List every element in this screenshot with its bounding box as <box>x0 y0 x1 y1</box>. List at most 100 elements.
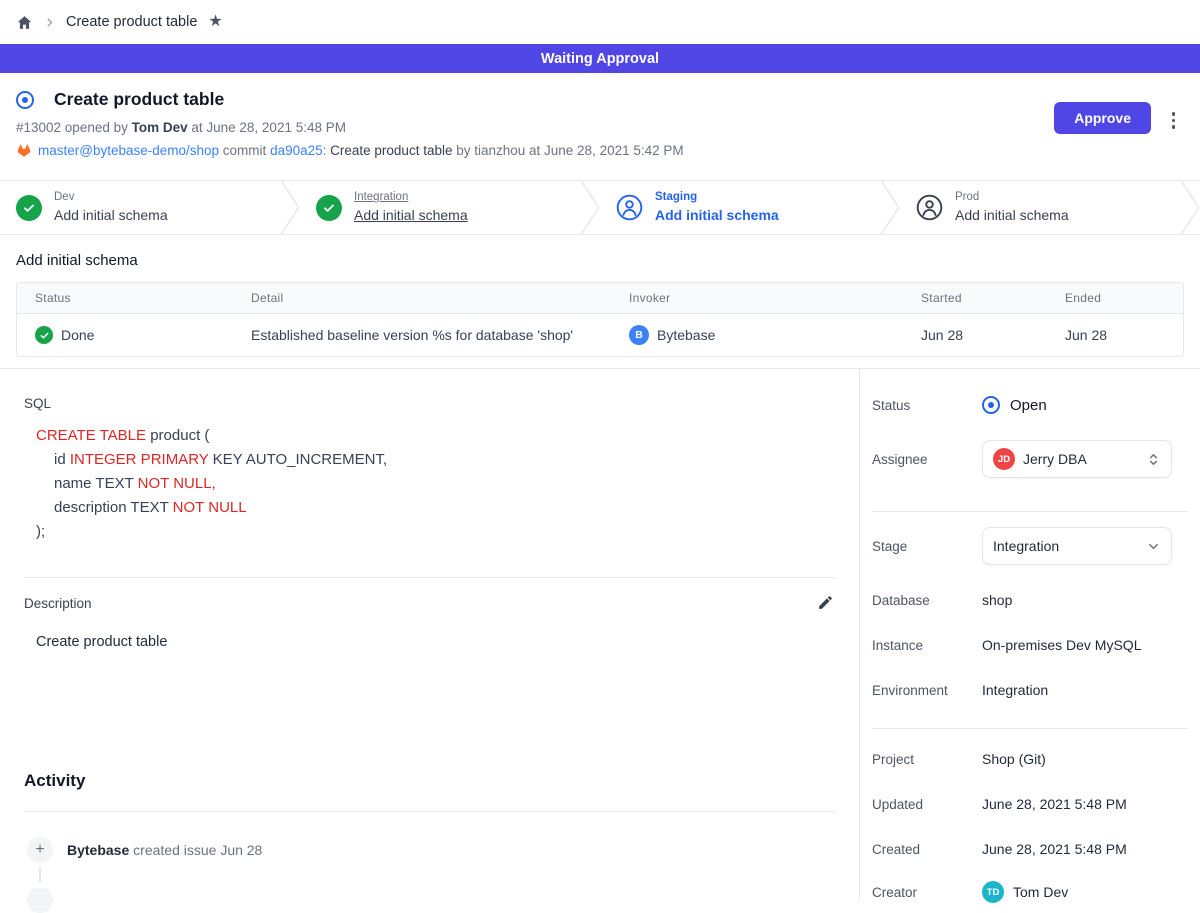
check-circle-icon <box>16 195 42 221</box>
stage-separator <box>1180 181 1200 234</box>
commit-message: Create product table <box>330 143 452 158</box>
assignee-select[interactable]: JD Jerry DBA <box>982 440 1172 478</box>
stage-prod[interactable]: ProdAdd initial schema <box>900 181 1180 234</box>
divider <box>24 577 835 578</box>
activity-actor: Bytebase <box>67 842 129 858</box>
commit-text: master@bytebase-demo/shop commit da90a25… <box>38 143 684 158</box>
stage-env-label: Prod <box>955 190 1069 206</box>
sql-text: id <box>54 451 70 468</box>
issue-meta-prefix: #13002 opened by <box>16 120 132 135</box>
issue-header: Create product table #13002 opened by To… <box>0 73 1200 180</box>
table-header-row: Status Detail Invoker Started Ended <box>17 283 1183 314</box>
stage-dev[interactable]: DevAdd initial schema <box>0 181 280 234</box>
project-value: Shop (Git) <box>982 751 1046 767</box>
stage-integration[interactable]: IntegrationAdd initial schema <box>300 181 580 234</box>
task-status: Done <box>61 327 94 343</box>
commit-line: master@bytebase-demo/shop commit da90a25… <box>16 143 1200 158</box>
stage-task-label: Add initial schema <box>655 206 779 225</box>
sql-text: product ( <box>146 427 209 444</box>
stage-separator <box>280 181 300 234</box>
activity-action: created issue Jun 28 <box>129 842 262 858</box>
chevron-right-icon <box>44 17 55 28</box>
task-section: Add initial schema Status Detail Invoker… <box>0 235 1200 368</box>
stage-env-label: Staging <box>655 190 779 206</box>
selector-updown-icon <box>1146 452 1161 467</box>
check-circle-icon <box>316 195 342 221</box>
created-label: Created <box>872 842 982 857</box>
sql-text: description TEXT <box>54 499 173 516</box>
activity-title: Activity <box>24 771 835 791</box>
sql-line: ); <box>36 520 835 544</box>
instance-value: On-premises Dev MySQL <box>982 637 1141 653</box>
stage-pipeline: DevAdd initial schema IntegrationAdd ini… <box>0 180 1200 235</box>
database-value: shop <box>982 592 1012 608</box>
sql-text: name TEXT <box>54 475 138 492</box>
edit-pencil-icon[interactable] <box>817 594 835 612</box>
created-value: June 28, 2021 5:48 PM <box>982 841 1127 857</box>
stage-value: Integration <box>993 538 1059 554</box>
sql-line: CREATE TABLE product ( <box>36 424 835 448</box>
database-label: Database <box>872 593 982 608</box>
project-label: Project <box>872 752 982 767</box>
column-header-ended: Ended <box>1047 291 1183 305</box>
issue-author: Tom Dev <box>132 120 188 135</box>
branch-link[interactable]: master@bytebase-demo/shop <box>38 143 219 158</box>
plus-icon: + <box>27 837 53 863</box>
status-label: Status <box>872 398 982 413</box>
task-detail: Established baseline version %s for data… <box>233 327 611 343</box>
status-banner: Waiting Approval <box>0 44 1200 73</box>
star-icon[interactable]: ★ <box>208 14 222 30</box>
divider <box>872 728 1188 729</box>
home-icon[interactable] <box>16 14 33 31</box>
radio-open-icon <box>982 396 1000 414</box>
instance-label: Instance <box>872 638 982 653</box>
task-ended: Jun 28 <box>1047 327 1183 343</box>
issue-sidebar: Status Open Assignee JD Jerry DBA Stage … <box>860 369 1200 900</box>
description-text: Create product table <box>36 634 835 650</box>
timeline-next-node <box>27 887 53 913</box>
assignee-value: Jerry DBA <box>1023 451 1087 467</box>
stage-env-label: Integration <box>354 190 468 206</box>
description-label: Description <box>24 596 92 611</box>
commit-hash-link[interactable]: da90a25 <box>270 143 323 158</box>
sql-text: KEY AUTO_INCREMENT, <box>208 451 387 468</box>
stage-task-label: Add initial schema <box>54 206 168 225</box>
updated-label: Updated <box>872 797 982 812</box>
stage-task-label: Add initial schema <box>955 206 1069 225</box>
creator-value: Tom Dev <box>1013 884 1068 900</box>
stage-staging[interactable]: StagingAdd initial schema <box>600 181 880 234</box>
assignee-label: Assignee <box>872 452 982 467</box>
main-panel: SQL CREATE TABLE product ( id INTEGER PR… <box>0 369 860 900</box>
sql-line: id INTEGER PRIMARY KEY AUTO_INCREMENT, <box>36 448 835 472</box>
task-started: Jun 28 <box>903 327 1047 343</box>
task-table: Status Detail Invoker Started Ended Done… <box>16 282 1184 357</box>
stage-label: Stage <box>872 539 982 554</box>
person-circle-icon <box>616 194 643 221</box>
environment-value: Integration <box>982 682 1048 698</box>
banner-text: Waiting Approval <box>541 51 659 67</box>
breadcrumb-current: Create product table <box>66 14 197 30</box>
approve-button[interactable]: Approve <box>1054 102 1151 134</box>
column-header-status: Status <box>17 291 233 305</box>
column-header-started: Started <box>903 291 1047 305</box>
sql-keyword: NOT NULL <box>173 499 247 516</box>
stage-select[interactable]: Integration <box>982 527 1172 565</box>
stage-separator <box>580 181 600 234</box>
table-row[interactable]: Done Established baseline version %s for… <box>17 314 1183 356</box>
sql-keyword: CREATE TABLE <box>36 427 146 444</box>
commit-word: commit <box>219 143 270 158</box>
commit-colon: : <box>323 143 331 158</box>
creator-label: Creator <box>872 885 982 900</box>
sql-line: description TEXT NOT NULL <box>36 496 835 520</box>
issue-meta: #13002 opened by Tom Dev at June 28, 202… <box>16 120 1200 135</box>
stage-env-label: Dev <box>54 190 168 206</box>
commit-suffix: by tianzhou at June 28, 2021 5:42 PM <box>452 143 683 158</box>
environment-label: Environment <box>872 683 982 698</box>
status-value: Open <box>1010 397 1047 414</box>
activity-timeline: + Bytebase created issue Jun 28 <box>24 837 835 863</box>
divider <box>872 511 1188 512</box>
more-menu-icon[interactable] <box>1170 110 1178 131</box>
sql-keyword: INTEGER PRIMARY <box>70 451 209 468</box>
sql-keyword: NOT NULL, <box>138 475 216 492</box>
column-header-invoker: Invoker <box>611 291 903 305</box>
